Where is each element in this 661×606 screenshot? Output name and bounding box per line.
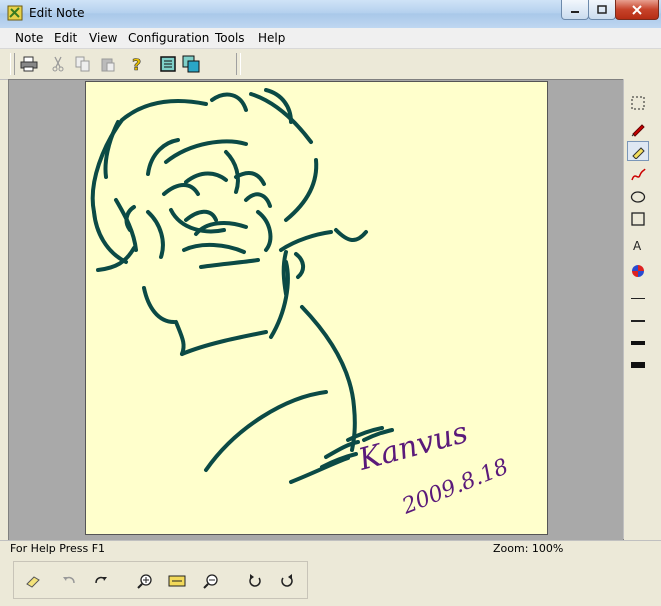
main-toolbar: ? <box>0 49 661 80</box>
svg-text:A: A <box>633 239 642 252</box>
help-icon: ? <box>132 55 142 73</box>
redo-icon <box>95 576 107 584</box>
pen-tool-button[interactable] <box>627 119 649 139</box>
menu-note[interactable]: Note <box>15 31 43 45</box>
text-tool-button[interactable]: A <box>627 235 649 255</box>
copy-button[interactable] <box>72 53 94 75</box>
multi-note-icon <box>182 55 200 73</box>
edit-note-window: Edit Note Note Edit View Configuration T… <box>0 0 661 606</box>
color-tool-button[interactable] <box>627 261 649 281</box>
zoom-in-button[interactable] <box>134 570 156 592</box>
copy-icon <box>75 56 90 72</box>
menu-configuration[interactable]: Configuration <box>128 31 209 45</box>
freehand-tool-button[interactable] <box>627 165 649 185</box>
menu-help[interactable]: Help <box>258 31 285 45</box>
eraser-icon <box>26 576 40 588</box>
status-zoom: Zoom: 100% <box>493 542 564 555</box>
note-canvas[interactable]: Kanvus 2009.8.18 <box>85 81 548 535</box>
zoom-out-icon <box>203 574 218 589</box>
text-tool-icon: A <box>633 239 642 252</box>
paste-button[interactable] <box>97 53 119 75</box>
window-title: Edit Note <box>29 6 85 20</box>
maximize-button[interactable] <box>588 0 616 20</box>
menu-edit[interactable]: Edit <box>54 31 77 45</box>
line-thick-button[interactable] <box>627 333 649 353</box>
line-thicker-button[interactable] <box>627 355 649 375</box>
svg-text:Kanvus: Kanvus <box>354 415 472 478</box>
highlighter-icon <box>632 147 645 159</box>
svg-text:2009.8.18: 2009.8.18 <box>398 454 512 519</box>
rectangle-icon <box>631 212 645 226</box>
menu-view[interactable]: View <box>89 31 117 45</box>
select-rect-icon <box>631 96 645 110</box>
cut-icon <box>52 56 64 72</box>
svg-text:?: ? <box>132 55 141 73</box>
close-icon <box>632 4 642 15</box>
rotate-right-button[interactable] <box>244 570 266 592</box>
title-bar[interactable]: Edit Note <box>0 0 661 29</box>
zoom-out-button[interactable] <box>200 570 222 592</box>
toolbar-separator <box>236 53 241 75</box>
bottom-tool-group <box>13 561 308 599</box>
cut-button[interactable] <box>47 53 69 75</box>
fit-page-icon <box>168 575 186 587</box>
pen-icon <box>631 124 645 137</box>
toolbar-grip[interactable] <box>10 53 15 75</box>
line-medium-button[interactable] <box>627 311 649 331</box>
multi-note-button[interactable] <box>180 53 202 75</box>
undo-icon <box>63 576 75 584</box>
status-help-text: For Help Press F1 <box>10 542 106 555</box>
color-picker-icon <box>632 265 644 277</box>
sketch-drawing: Kanvus 2009.8.18 <box>90 88 512 520</box>
status-bar: For Help Press F1 Zoom: 100% <box>0 540 661 558</box>
menu-bar: Note Edit View Configuration Tools Help <box>0 28 661 49</box>
rotate-right-icon <box>249 574 261 587</box>
help-button[interactable]: ? <box>126 53 148 75</box>
close-button[interactable] <box>615 0 659 20</box>
rectangle-tool-button[interactable] <box>627 209 649 229</box>
rotate-left-icon <box>281 574 293 587</box>
line-thick-icon <box>631 341 645 345</box>
select-tool-button[interactable] <box>627 93 649 113</box>
highlighter-tool-button[interactable] <box>627 141 649 161</box>
redo-button[interactable] <box>90 570 112 592</box>
zoom-in-icon <box>137 574 152 589</box>
bottom-toolbar <box>0 558 661 606</box>
minimize-icon <box>571 10 579 13</box>
line-thin-button[interactable] <box>627 289 649 309</box>
print-icon <box>20 56 38 72</box>
rotate-left-button[interactable] <box>276 570 298 592</box>
paste-icon <box>101 58 115 72</box>
minimize-button[interactable] <box>561 0 589 20</box>
line-medium-icon <box>631 320 645 322</box>
menu-tools[interactable]: Tools <box>215 31 245 45</box>
fit-page-button[interactable] <box>166 570 188 592</box>
note-view-icon <box>160 56 176 72</box>
note-view-button[interactable] <box>157 53 179 75</box>
tool-palette: A <box>623 79 661 539</box>
line-thicker-icon <box>631 362 645 368</box>
ellipse-tool-button[interactable] <box>627 187 649 207</box>
ellipse-icon <box>630 191 646 203</box>
eraser-button[interactable] <box>22 570 44 592</box>
undo-button[interactable] <box>58 570 80 592</box>
app-icon <box>7 5 23 21</box>
maximize-icon <box>597 5 607 14</box>
line-thin-icon <box>631 298 645 299</box>
freehand-line-icon <box>631 168 646 181</box>
print-button[interactable] <box>18 53 40 75</box>
